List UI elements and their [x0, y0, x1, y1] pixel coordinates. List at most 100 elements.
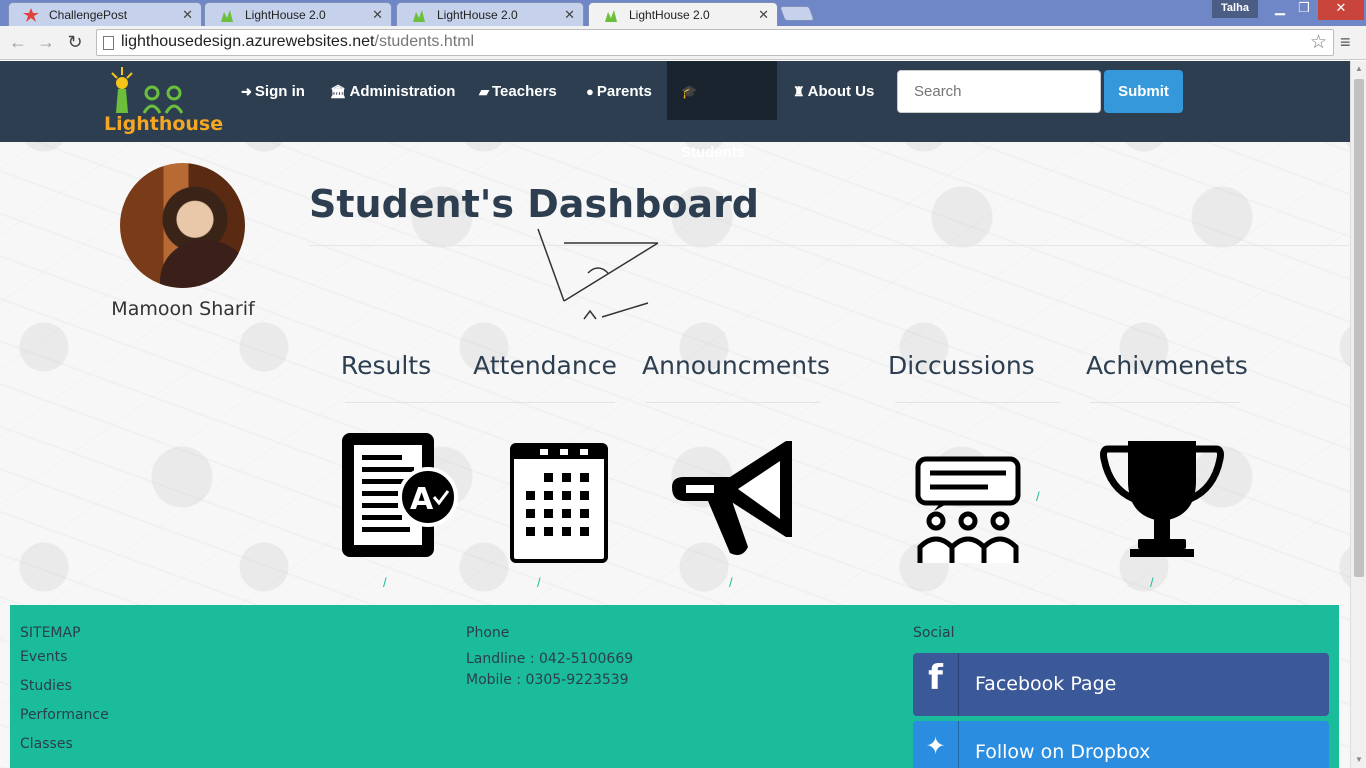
logo-text: Lighthouse: [104, 113, 224, 135]
footer-link-studies[interactable]: Studies: [20, 678, 109, 694]
address-bar[interactable]: lighthousedesign.azurewebsites.net/stude…: [96, 29, 1334, 56]
submit-button[interactable]: Submit: [1104, 70, 1183, 113]
nav-administration[interactable]: 🏛 Administration: [316, 61, 469, 142]
lighthouse-favicon-icon: [221, 10, 233, 22]
nav-parents[interactable]: ● Parents: [572, 61, 666, 142]
url-host: lighthousedesign.azurewebsites.net: [121, 33, 375, 50]
dropbox-icon: ✦: [913, 721, 959, 768]
module-link[interactable]: /: [1036, 489, 1040, 504]
scroll-down-icon[interactable]: ▼: [1355, 755, 1363, 764]
page-icon: [103, 36, 114, 50]
window-close-icon[interactable]: ✕: [1318, 0, 1364, 20]
restore-icon[interactable]: ❐: [1290, 0, 1318, 20]
browser-tab-active[interactable]: LightHouse 2.0 ✕: [588, 2, 778, 27]
footer-link-performance[interactable]: Performance: [20, 707, 109, 723]
lighthouse-icon: ♜: [793, 84, 805, 99]
new-tab-button[interactable]: [779, 6, 815, 21]
scroll-up-icon[interactable]: ▲: [1355, 64, 1363, 73]
book-icon: ▰: [479, 84, 489, 99]
svg-text:A: A: [410, 482, 434, 517]
nav-sign-in[interactable]: ➜ Sign in: [227, 61, 319, 142]
module-achievements[interactable]: Achivmenets: [1086, 351, 1248, 380]
math-sketch-decoration: [537, 228, 659, 320]
page-content: Lighthouse ➜ Sign in 🏛 Administration ▰ Tea…: [0, 61, 1350, 768]
browser-tab[interactable]: LightHouse 2.0 ✕: [204, 2, 392, 26]
landline-number: Landline : 042-5100669: [466, 651, 634, 667]
module-divider: [895, 402, 1060, 403]
dropbox-label: Follow on Dropbox: [975, 741, 1151, 763]
footer-social-heading: Social: [913, 625, 955, 649]
results-report-icon[interactable]: A: [340, 431, 458, 561]
mobile-number: Mobile : 0305-9223539: [466, 672, 629, 688]
close-tab-icon[interactable]: ✕: [182, 7, 193, 23]
close-tab-icon[interactable]: ✕: [564, 7, 575, 23]
module-title: Results: [340, 351, 432, 380]
tab-title: LightHouse 2.0: [245, 8, 326, 22]
module-title: Diccussions: [888, 351, 1035, 380]
tab-title: ChallengePost: [49, 8, 128, 22]
challengepost-favicon-icon: [23, 8, 39, 22]
module-link[interactable]: /: [383, 575, 387, 590]
trophy-icon[interactable]: [1100, 437, 1224, 561]
module-title: Announcments: [642, 351, 830, 380]
close-tab-icon[interactable]: ✕: [372, 7, 383, 23]
reload-icon[interactable]: ↻: [63, 30, 87, 54]
browser-tab[interactable]: ChallengePost ✕: [8, 2, 202, 26]
footer-link-events[interactable]: Events: [20, 649, 109, 665]
module-divider: [645, 402, 820, 403]
facebook-page-button[interactable]: f Facebook Page: [913, 653, 1329, 716]
module-link[interactable]: /: [537, 575, 541, 590]
lighthouse-favicon-icon: [413, 10, 425, 22]
facebook-label: Facebook Page: [975, 673, 1117, 695]
module-link[interactable]: /: [729, 575, 733, 590]
calendar-icon[interactable]: [510, 443, 608, 565]
site-navbar: Lighthouse ➜ Sign in 🏛 Administration ▰ Tea…: [0, 61, 1350, 161]
graduation-cap-icon: 🎓: [681, 84, 698, 99]
social-heading: Social: [913, 625, 955, 641]
back-arrow-icon[interactable]: ←: [6, 30, 30, 54]
browser-menu-icon[interactable]: ≡: [1340, 32, 1351, 53]
discussion-icon[interactable]: [912, 455, 1024, 567]
close-tab-icon[interactable]: ✕: [758, 7, 769, 23]
browser-tab[interactable]: LightHouse 2.0 ✕: [396, 2, 584, 26]
module-divider: [1090, 402, 1240, 403]
nav-about-us[interactable]: ♜ About Us: [779, 61, 888, 142]
nav-label: Students: [681, 144, 746, 161]
footer-phone: Phone Landline : 042-5100669 Mobile : 03…: [466, 625, 633, 691]
module-divider: [345, 402, 615, 403]
facebook-icon: f: [913, 653, 959, 716]
module-announcements[interactable]: Announcments: [642, 351, 830, 380]
footer-link-classes[interactable]: Classes: [20, 736, 109, 752]
bookmark-star-icon[interactable]: ☆: [1310, 31, 1327, 54]
phone-heading: Phone: [466, 625, 510, 641]
search-input[interactable]: [897, 70, 1101, 113]
lighthouse-favicon-icon: [605, 10, 617, 22]
nav-label: Parents: [596, 83, 652, 100]
footer-sitemap: SITEMAP Events Studies Performance Class…: [20, 625, 109, 765]
module-title: Attendance: [473, 351, 617, 380]
browser-user-badge[interactable]: Talha: [1212, 0, 1258, 18]
page-title: Student's Dashboard: [309, 182, 760, 226]
site-footer: SITEMAP Events Studies Performance Class…: [10, 605, 1339, 768]
module-results[interactable]: Results: [330, 351, 442, 380]
megaphone-icon[interactable]: [668, 437, 796, 561]
nav-teachers[interactable]: ▰ Teachers: [465, 61, 571, 142]
page-scrollbar[interactable]: ▲ ▼: [1350, 61, 1366, 768]
nav-label: Administration: [349, 83, 456, 100]
module-discussions[interactable]: Diccussions: [888, 351, 1035, 380]
lighthouse-logo[interactable]: Lighthouse: [104, 65, 223, 139]
tab-title: LightHouse 2.0: [437, 8, 518, 22]
browser-toolbar: ← → ↻ lighthousedesign.azurewebsites.net…: [0, 26, 1366, 60]
module-title: Achivmenets: [1086, 351, 1248, 380]
scroll-thumb[interactable]: [1354, 79, 1364, 577]
dropbox-follow-button[interactable]: ✦ Follow on Dropbox: [913, 721, 1329, 768]
module-attendance[interactable]: Attendance: [470, 351, 620, 380]
browser-tab-strip: ChallengePost ✕ LightHouse 2.0 ✕ LightHo…: [0, 0, 1366, 27]
institution-icon: 🏛: [330, 84, 347, 99]
nav-label: Sign in: [254, 83, 305, 100]
profile-name: Mamoon Sharif: [111, 298, 255, 320]
module-link[interactable]: /: [1150, 575, 1154, 590]
url-path: /students.html: [374, 33, 475, 50]
forward-arrow-icon[interactable]: →: [34, 30, 58, 54]
nav-students[interactable]: 🎓 Students: [667, 61, 777, 161]
